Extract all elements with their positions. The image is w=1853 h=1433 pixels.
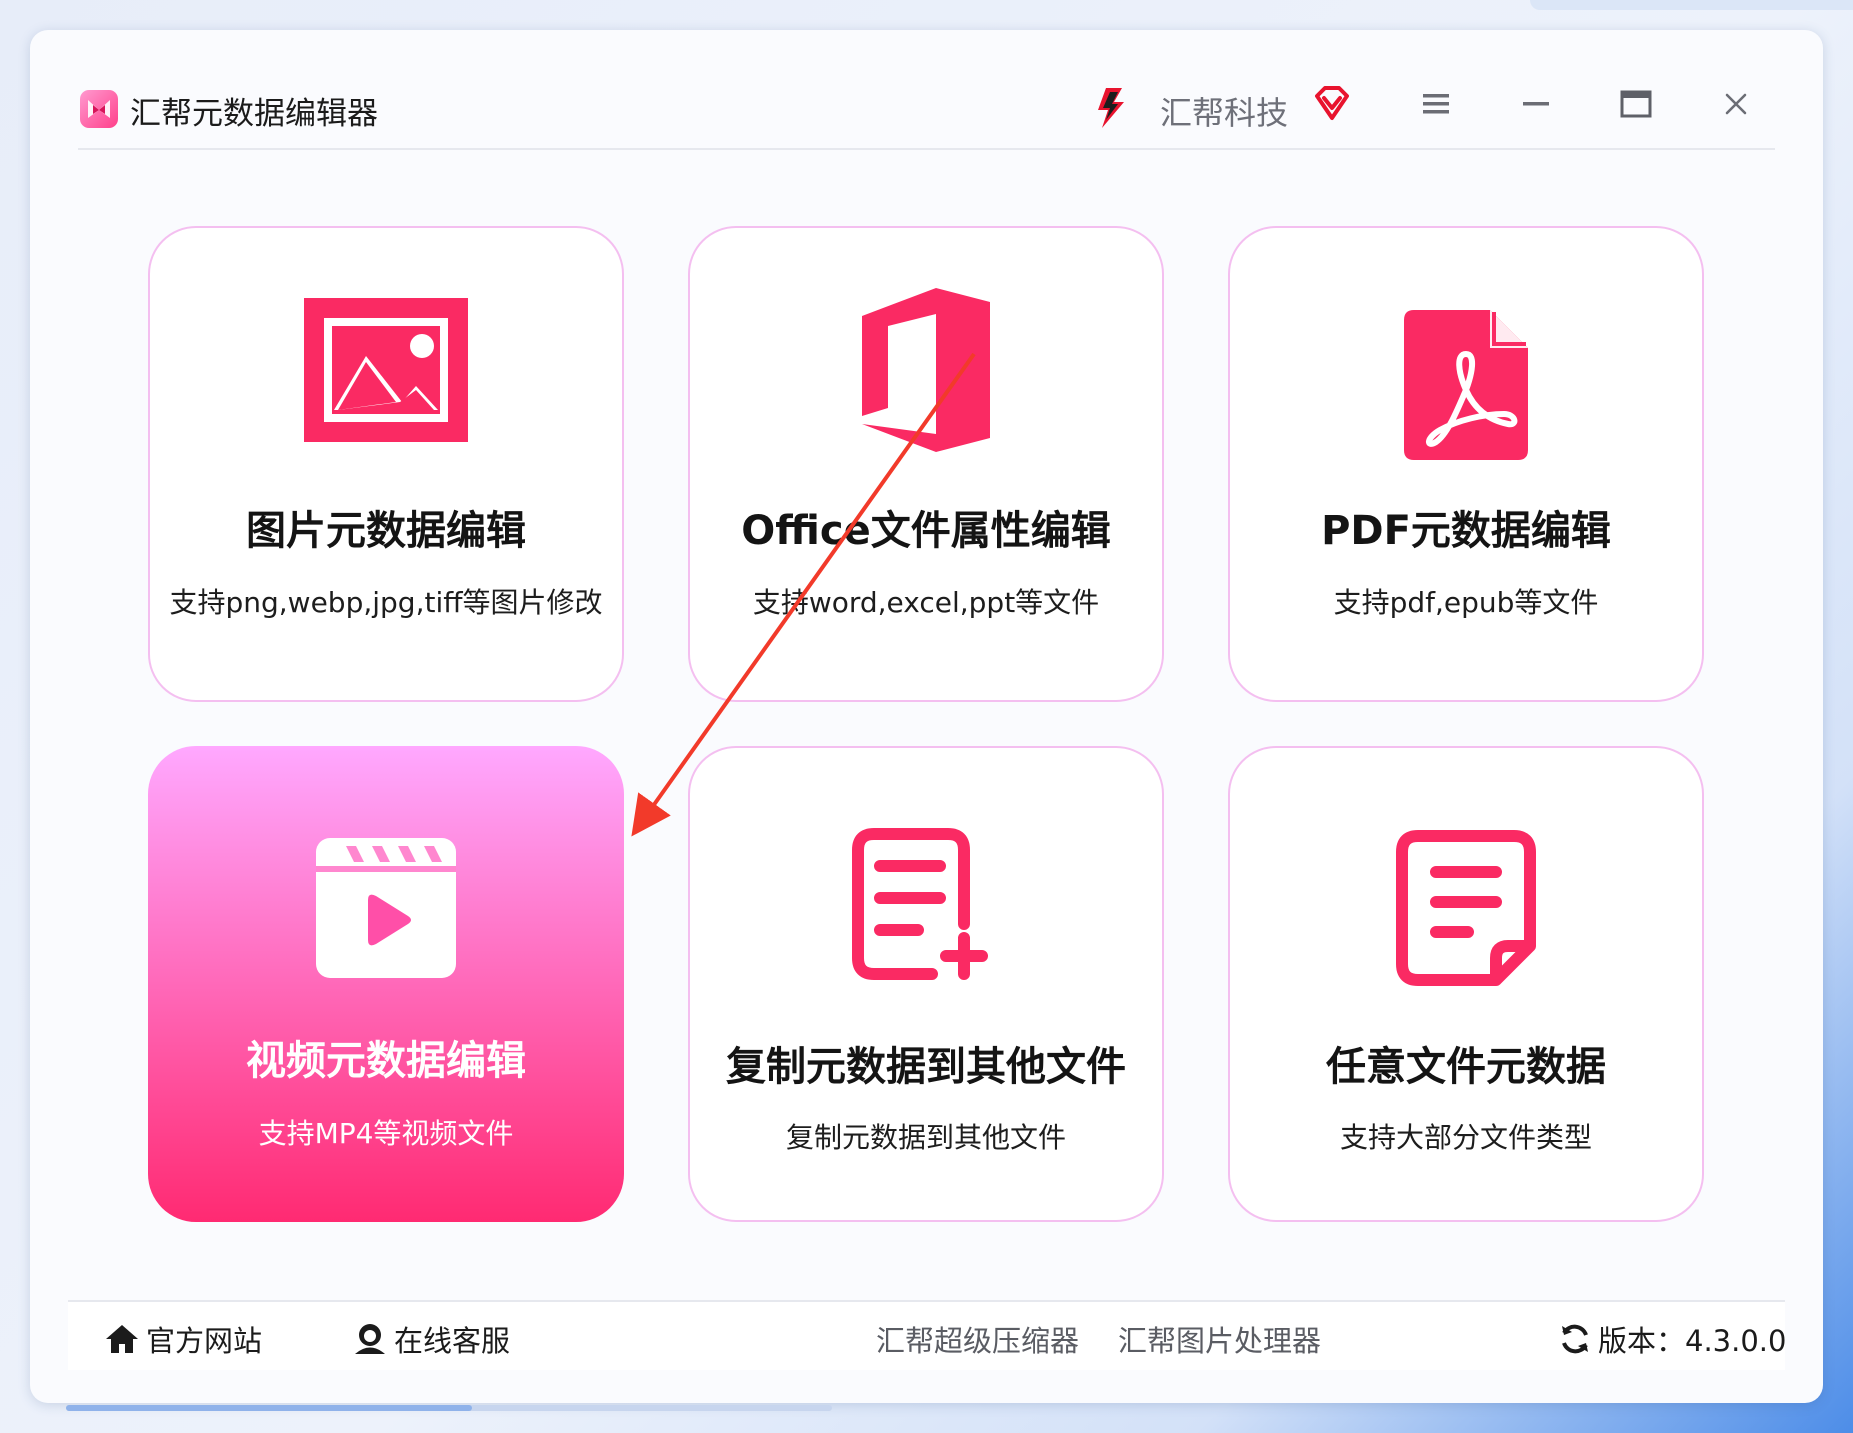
refresh-icon[interactable] bbox=[1558, 1322, 1592, 1356]
card-pdf-metadata[interactable]: PDF元数据编辑 支持pdf,epub等文件 bbox=[1228, 226, 1704, 702]
version-label: 版本：4.3.0.0 bbox=[1598, 1324, 1787, 1358]
card-title: PDF元数据编辑 bbox=[1321, 508, 1611, 554]
card-subtitle: 支持word,excel,ppt等文件 bbox=[752, 586, 1100, 619]
card-title: 图片元数据编辑 bbox=[246, 508, 526, 554]
card-subtitle: 复制元数据到其他文件 bbox=[785, 1121, 1066, 1154]
taskbar-progress bbox=[66, 1405, 832, 1411]
online-service-link[interactable]: 在线客服 bbox=[352, 1318, 510, 1360]
video-icon bbox=[316, 838, 456, 982]
office-icon bbox=[856, 288, 996, 456]
close-icon[interactable] bbox=[1710, 78, 1762, 130]
card-subtitle: 支持png,webp,jpg,tiff等图片修改 bbox=[169, 586, 603, 619]
compressor-link[interactable]: 汇帮超级压缩器 bbox=[876, 1318, 1079, 1360]
vip-badge-icon[interactable] bbox=[1313, 84, 1351, 122]
footer-bar: 官方网站 在线客服 汇帮超级压缩器 汇帮图片处理器 版本：4.3.0.0 bbox=[68, 1300, 1786, 1370]
document-add-icon bbox=[852, 828, 1000, 984]
minimize-icon[interactable] bbox=[1510, 78, 1562, 130]
card-copy-metadata[interactable]: 复制元数据到其他文件 复制元数据到其他文件 bbox=[688, 746, 1164, 1222]
card-subtitle: 支持大部分文件类型 bbox=[1339, 1121, 1592, 1154]
online-service-label: 在线客服 bbox=[394, 1324, 511, 1358]
maximize-icon[interactable] bbox=[1610, 78, 1662, 130]
desktop-background-strip bbox=[1530, 0, 1853, 10]
card-title: 视频元数据编辑 bbox=[246, 1038, 526, 1084]
home-icon bbox=[106, 1325, 138, 1353]
card-image-metadata[interactable]: 图片元数据编辑 支持png,webp,jpg,tiff等图片修改 bbox=[148, 226, 624, 702]
customer-service-icon bbox=[355, 1324, 385, 1354]
image-processor-link[interactable]: 汇帮图片处理器 bbox=[1118, 1318, 1321, 1360]
app-title: 汇帮元数据编辑器 bbox=[130, 96, 378, 132]
hamburger-menu-icon[interactable] bbox=[1410, 78, 1462, 130]
official-site-link[interactable]: 官方网站 bbox=[104, 1318, 262, 1360]
pdf-icon bbox=[1404, 310, 1528, 464]
card-title: 复制元数据到其他文件 bbox=[726, 1044, 1126, 1090]
card-office-properties[interactable]: Office文件属性编辑 支持word,excel,ppt等文件 bbox=[688, 226, 1164, 702]
taskbar-progress-fill bbox=[66, 1405, 472, 1411]
app-logo-icon bbox=[80, 90, 118, 128]
card-any-file-metadata[interactable]: 任意文件元数据 支持大部分文件类型 bbox=[1228, 746, 1704, 1222]
app-window: 汇帮元数据编辑器 汇帮科技 图片元数据编辑 支持png,webp,jpg,tif… bbox=[30, 30, 1823, 1403]
official-site-label: 官方网站 bbox=[146, 1324, 263, 1358]
card-subtitle: 支持pdf,epub等文件 bbox=[1333, 586, 1599, 619]
version-info: 版本：4.3.0.0 bbox=[1558, 1318, 1786, 1360]
card-subtitle: 支持MP4等视频文件 bbox=[258, 1117, 514, 1150]
brand-name: 汇帮科技 bbox=[1160, 94, 1289, 132]
card-video-metadata[interactable]: 视频元数据编辑 支持MP4等视频文件 bbox=[148, 746, 624, 1222]
document-icon bbox=[1396, 828, 1536, 992]
brand-logo-icon bbox=[1088, 82, 1138, 132]
image-icon bbox=[304, 298, 468, 446]
card-title: 任意文件元数据 bbox=[1326, 1044, 1606, 1090]
card-title: Office文件属性编辑 bbox=[741, 508, 1111, 554]
